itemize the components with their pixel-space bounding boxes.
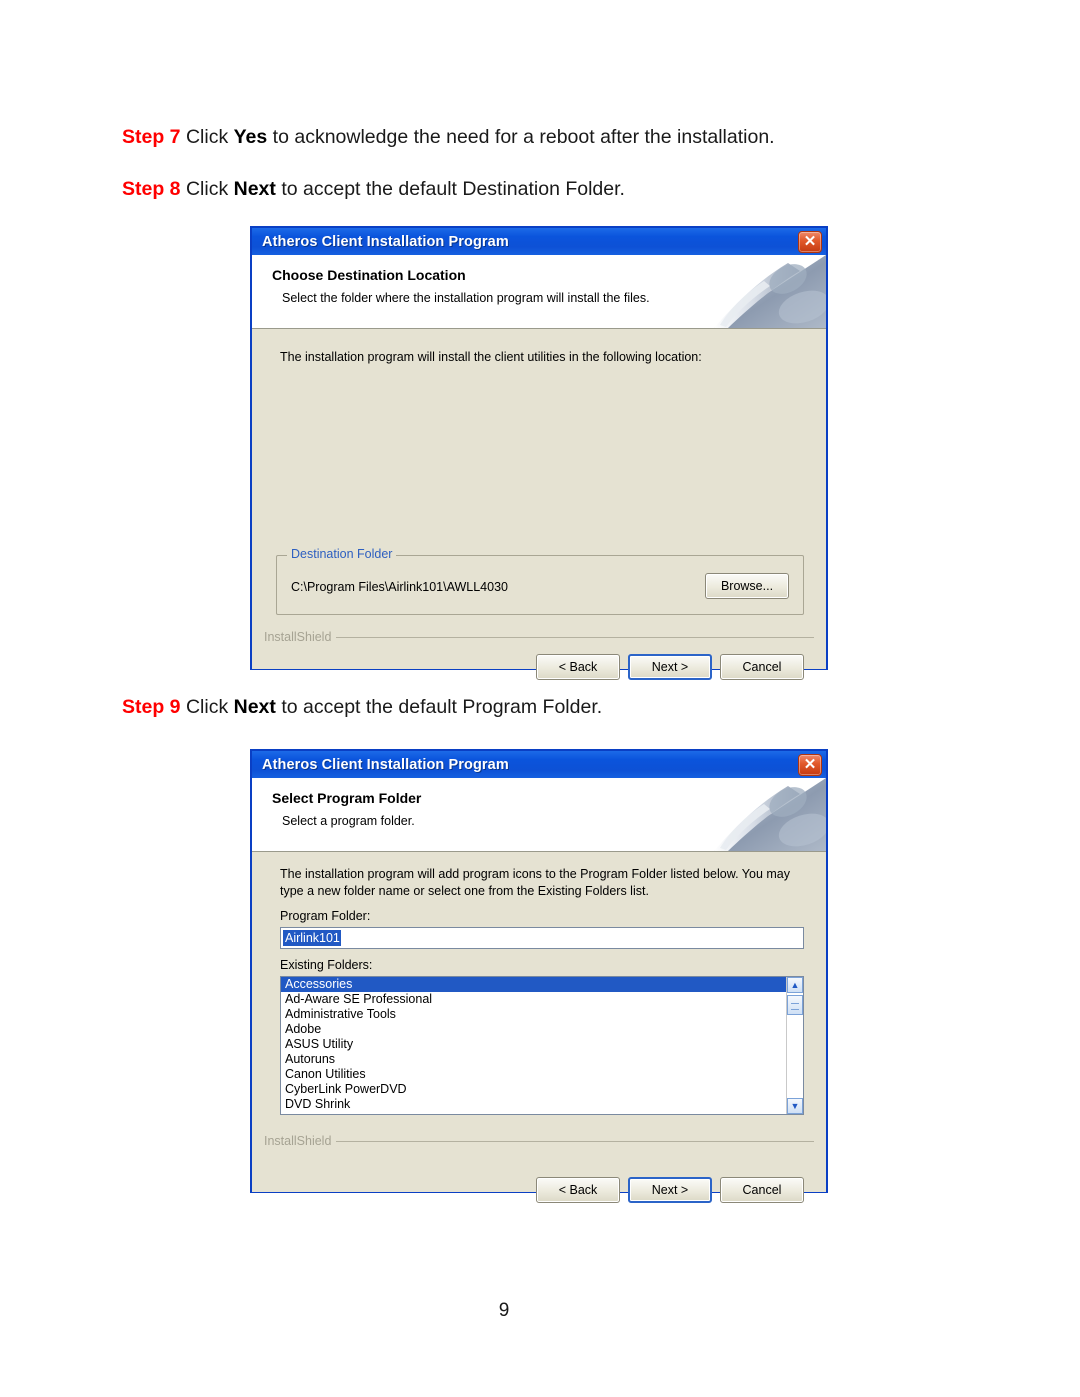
cancel-button[interactable]: Cancel <box>720 654 804 680</box>
dialog2-header: Select Program Folder Select a program f… <box>252 778 826 852</box>
step-7-text-before: Click <box>180 126 234 148</box>
dialog2-body: The installation program will add progra… <box>252 852 826 1203</box>
scroll-down-icon[interactable]: ▼ <box>787 1098 803 1114</box>
choose-destination-location-dialog: Atheros Client Installation Program ✕ Ch… <box>250 226 828 680</box>
list-item[interactable]: CyberLink PowerDVD <box>281 1082 786 1097</box>
dialog1-body: The installation program will install th… <box>252 329 826 680</box>
list-item[interactable]: Canon Utilities <box>281 1067 786 1082</box>
select-program-folder-dialog: Atheros Client Installation Program ✕ Se… <box>250 749 828 1203</box>
step-8-emphasis: Next <box>233 178 276 200</box>
dialog2-title: Atheros Client Installation Program <box>262 756 509 773</box>
dialog2-installshield-footer: InstallShield <box>264 1134 814 1148</box>
dialog1-installshield-footer: InstallShield <box>264 630 814 644</box>
list-item[interactable]: Adobe <box>281 1022 786 1037</box>
step-9-label: Step 9 <box>122 696 181 718</box>
program-folder-value: Airlink101 <box>283 930 341 946</box>
next-button[interactable]: Next > <box>628 654 712 680</box>
scroll-up-icon[interactable]: ▲ <box>787 977 803 993</box>
dialog2-body-text-line1: The installation program will add progra… <box>280 867 790 881</box>
footer-divider <box>336 636 814 638</box>
dialog1-button-row: < Back Next > Cancel <box>536 654 804 680</box>
cancel-button[interactable]: Cancel <box>720 1177 804 1203</box>
program-folder-label: Program Folder: <box>280 909 371 923</box>
destination-folder-legend: Destination Folder <box>287 547 397 561</box>
destination-path-value: C:\Program Files\Airlink101\AWLL4030 <box>291 580 508 594</box>
header-watermark-graphic <box>714 255 826 328</box>
page-number: 9 <box>498 1300 510 1321</box>
dialog2-body-text-line2: type a new folder name or select one fro… <box>280 884 649 898</box>
list-item[interactable]: ASUS Utility <box>281 1037 786 1052</box>
step-9-emphasis: Next <box>233 696 276 718</box>
list-item[interactable]: Autoruns <box>281 1052 786 1067</box>
step-7-text-after: to acknowledge the need for a reboot aft… <box>267 126 775 148</box>
next-button[interactable]: Next > <box>628 1177 712 1203</box>
back-button[interactable]: < Back <box>536 1177 620 1203</box>
existing-folders-listbox[interactable]: Accessories Ad-Aware SE Professional Admin… <box>280 976 804 1115</box>
footer-divider <box>336 1140 814 1142</box>
destination-folder-groupbox: Destination Folder C:\Program Files\Airl… <box>276 547 804 615</box>
list-item[interactable]: Accessories <box>281 977 786 992</box>
browse-button[interactable]: Browse... <box>705 573 789 599</box>
dialog1-header: Choose Destination Location Select the f… <box>252 255 826 329</box>
list-item[interactable]: DVD Shrink <box>281 1097 786 1112</box>
close-icon[interactable]: ✕ <box>798 230 822 253</box>
step-8-text-before: Click <box>180 178 234 200</box>
step-8-text-after: to accept the default Destination Folder… <box>275 178 625 200</box>
back-button[interactable]: < Back <box>536 654 620 680</box>
dialog1-title: Atheros Client Installation Program <box>262 233 509 250</box>
list-item[interactable]: Administrative Tools <box>281 1007 786 1022</box>
step-8-instruction: Step 8 Click Next to accept the default … <box>122 176 625 202</box>
close-icon[interactable]: ✕ <box>798 753 822 776</box>
step-9-text-after: to accept the default Program Folder. <box>275 696 603 718</box>
listbox-scrollbar[interactable]: ▲ ▼ <box>786 977 803 1114</box>
step-9-text-before: Click <box>180 696 234 718</box>
existing-folders-list[interactable]: Accessories Ad-Aware SE Professional Admin… <box>281 977 786 1114</box>
step-7-label: Step 7 <box>122 126 181 148</box>
scrollbar-thumb[interactable] <box>787 995 803 1015</box>
program-folder-input[interactable]: Airlink101 <box>280 927 804 949</box>
dialog2-button-row: < Back Next > Cancel <box>536 1177 804 1203</box>
installshield-label: InstallShield <box>264 1134 332 1148</box>
dialog2-header-subtitle: Select a program folder. <box>282 814 415 828</box>
dialog1-header-subtitle: Select the folder where the installation… <box>282 291 650 305</box>
list-item[interactable]: Ad-Aware SE Professional <box>281 992 786 1007</box>
step-9-instruction: Step 9 Click Next to accept the default … <box>122 694 602 720</box>
step-7-emphasis: Yes <box>233 126 268 148</box>
dialog2-titlebar: Atheros Client Installation Program ✕ <box>252 751 826 778</box>
header-watermark-graphic <box>714 778 826 851</box>
existing-folders-label: Existing Folders: <box>280 958 373 972</box>
dialog2-header-title: Select Program Folder <box>272 790 422 806</box>
dialog1-header-title: Choose Destination Location <box>272 267 466 283</box>
dialog1-titlebar: Atheros Client Installation Program ✕ <box>252 228 826 255</box>
installshield-label: InstallShield <box>264 630 332 644</box>
step-7-instruction: Step 7 Click Yes to acknowledge the need… <box>122 124 775 150</box>
dialog1-body-text: The installation program will install th… <box>280 350 702 364</box>
step-8-label: Step 8 <box>122 178 181 200</box>
